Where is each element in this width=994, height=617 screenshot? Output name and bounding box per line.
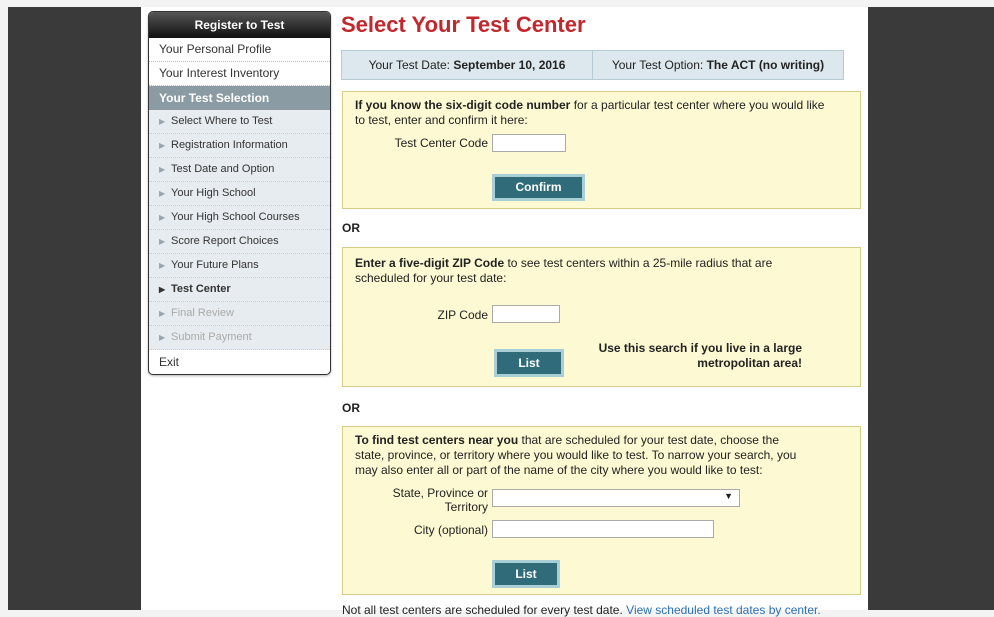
- sidebar-subitem-label: Registration Information: [171, 139, 288, 151]
- test-info-bar: Your Test Date: September 10, 2016 Your …: [341, 50, 844, 80]
- page-title: Select Your Test Center: [341, 12, 586, 37]
- test-option-label: Your Test Option:: [611, 58, 704, 72]
- test-date-info: Your Test Date: September 10, 2016: [342, 51, 593, 79]
- left-margin: [8, 7, 141, 610]
- state-instructions: To find test centers near you that are s…: [355, 433, 797, 477]
- test-center-code-input[interactable]: [492, 134, 566, 152]
- test-date-value: September 10, 2016: [453, 58, 566, 72]
- test-center-code-panel: If you know the six-digit code number fo…: [342, 91, 861, 209]
- chevron-right-icon: ▶: [159, 165, 166, 174]
- zip-code-label: ZIP Code: [437, 308, 488, 322]
- chevron-right-icon: ▶: [159, 117, 166, 126]
- state-label: State, Province or Territory: [392, 486, 488, 514]
- sidebar-subitem-your-high-school[interactable]: ▶ Your High School: [149, 182, 330, 206]
- state-list-button[interactable]: List: [492, 560, 560, 588]
- chevron-right-icon: ▶: [159, 141, 166, 150]
- zip-code-input[interactable]: [492, 305, 560, 323]
- chevron-right-icon: ▶: [159, 309, 166, 318]
- registration-sidebar: Register to Test Your Personal Profile Y…: [148, 11, 331, 375]
- sidebar-subitem-test-date-and-option[interactable]: ▶ Test Date and Option: [149, 158, 330, 182]
- chevron-right-icon: ▶: [159, 213, 166, 222]
- code-instructions: If you know the six-digit code number fo…: [355, 98, 825, 127]
- chevron-right-icon: ▶: [159, 261, 166, 270]
- sidebar-subitem-label: Test Date and Option: [171, 163, 275, 175]
- sidebar-subitem-label: Your Future Plans: [171, 259, 259, 271]
- scheduled-dates-link[interactable]: View scheduled test dates by center.: [626, 603, 821, 617]
- sidebar-subitem-score-report-choices[interactable]: ▶ Score Report Choices: [149, 230, 330, 254]
- sidebar-item-exit[interactable]: Exit: [149, 350, 330, 374]
- zip-list-button[interactable]: List: [494, 349, 564, 377]
- sidebar-subitem-final-review: ▶ Final Review: [149, 302, 330, 326]
- or-separator-1: OR: [342, 221, 360, 235]
- sidebar-subitem-your-future-plans[interactable]: ▶ Your Future Plans: [149, 254, 330, 278]
- zip-instructions: Enter a five-digit ZIP Code to see test …: [355, 256, 773, 285]
- city-input[interactable]: [492, 520, 714, 538]
- sidebar-subitem-select-where-to-test[interactable]: ▶ Select Where to Test: [149, 110, 330, 134]
- test-option-info: Your Test Option: The ACT (no writing): [593, 51, 843, 79]
- sidebar-section-test-selection[interactable]: Your Test Selection: [149, 86, 330, 110]
- sidebar-subitem-label: Submit Payment: [171, 331, 252, 343]
- chevron-right-icon: ▶: [159, 285, 166, 294]
- chevron-right-icon: ▶: [159, 333, 166, 342]
- right-margin: [868, 7, 994, 610]
- sidebar-subitem-submit-payment: ▶ Submit Payment: [149, 326, 330, 350]
- sidebar-item-personal-profile[interactable]: Your Personal Profile: [149, 38, 330, 62]
- state-select[interactable]: ▼: [492, 489, 740, 507]
- test-date-label: Your Test Date:: [368, 58, 450, 72]
- sidebar-header: Register to Test: [149, 12, 330, 38]
- chevron-right-icon: ▶: [159, 189, 166, 198]
- test-center-code-label: Test Center Code: [394, 136, 488, 150]
- test-option-value: The ACT (no writing): [706, 58, 825, 72]
- sidebar-subitem-label: Your High School Courses: [171, 211, 300, 223]
- city-label: City (optional): [413, 523, 488, 537]
- footer-note: Not all test centers are scheduled for e…: [342, 603, 821, 617]
- or-separator-2: OR: [342, 401, 360, 415]
- sidebar-subitem-label: Test Center: [171, 283, 231, 295]
- sidebar-subitem-registration-information[interactable]: ▶ Registration Information: [149, 134, 330, 158]
- sidebar-item-interest-inventory[interactable]: Your Interest Inventory: [149, 62, 330, 86]
- sidebar-sub-list: ▶ Select Where to Test ▶ Registration Infor…: [149, 110, 330, 350]
- sidebar-subitem-label: Select Where to Test: [171, 115, 273, 127]
- dropdown-arrow-icon: ▼: [724, 491, 733, 501]
- sidebar-subitem-label: Final Review: [171, 307, 234, 319]
- chevron-right-icon: ▶: [159, 237, 166, 246]
- sidebar-subitem-test-center[interactable]: ▶ Test Center: [149, 278, 330, 302]
- metro-hint: Use this search if you live in a large m…: [598, 341, 802, 370]
- confirm-button[interactable]: Confirm: [492, 174, 585, 201]
- sidebar-subitem-label: Your High School: [171, 187, 256, 199]
- sidebar-subitem-your-high-school-courses[interactable]: ▶ Your High School Courses: [149, 206, 330, 230]
- sidebar-subitem-label: Score Report Choices: [171, 235, 279, 247]
